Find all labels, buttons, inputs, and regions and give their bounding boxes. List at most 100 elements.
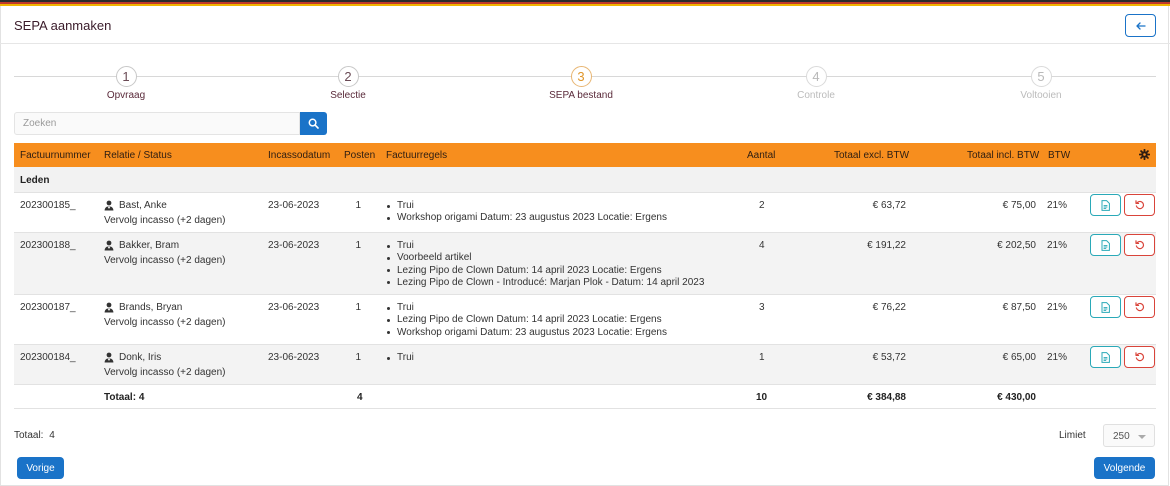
total-count-label: Totaal: — [14, 430, 44, 441]
list-item: Voorbeeld artikel — [386, 252, 704, 264]
page-header: SEPA aanmaken — [0, 6, 1170, 44]
table-row[interactable]: 202300184_ Donk, Iris Vervolg incasso (+… — [14, 345, 1156, 385]
user-icon — [104, 302, 114, 313]
totaal-excl: € 191,22 — [867, 240, 906, 251]
posten: 1 — [355, 352, 361, 363]
aantal: 1 — [759, 352, 765, 363]
user-icon — [104, 240, 114, 251]
relatie-cell: Brands, Bryan Vervolg incasso (+2 dagen) — [104, 302, 225, 328]
factuurnummer: 202300187_ — [20, 302, 76, 313]
column-header-posten[interactable]: Posten — [344, 150, 375, 161]
previous-button[interactable]: Vorige — [17, 457, 64, 479]
step-sepa-bestand[interactable]: 3 SEPA bestand — [521, 66, 641, 101]
page-title: SEPA aanmaken — [14, 18, 112, 33]
list-item: Trui — [386, 302, 667, 314]
column-header-aantal[interactable]: Aantal — [747, 150, 775, 161]
step-selectie[interactable]: 2 Selectie — [288, 66, 408, 101]
step-number: 5 — [1030, 66, 1052, 87]
undo-button[interactable] — [1124, 346, 1155, 368]
undo-button[interactable] — [1124, 194, 1155, 216]
relatie-name[interactable]: Bakker, Bram — [119, 240, 179, 251]
status-text: Vervolg incasso (+2 dagen) — [104, 317, 226, 328]
step-label: Selectie — [330, 90, 366, 101]
step-controle[interactable]: 4 Controle — [756, 66, 876, 101]
document-button[interactable] — [1090, 296, 1121, 318]
limit-value: 250 — [1113, 431, 1130, 442]
settings-button[interactable] — [1138, 148, 1151, 163]
list-item: Lezing Pipo de Clown Datum: 14 april 202… — [386, 265, 704, 277]
column-header-totaal-excl[interactable]: Totaal excl. BTW — [834, 150, 909, 161]
group-header: Leden — [14, 167, 1156, 193]
document-button[interactable] — [1090, 234, 1121, 256]
search-input[interactable] — [14, 112, 300, 135]
column-header-totaal-incl[interactable]: Totaal incl. BTW — [967, 150, 1039, 161]
table-header: Factuurnummer Relatie / Status Incassoda… — [14, 143, 1156, 167]
aantal: 2 — [759, 200, 765, 211]
table-row[interactable]: 202300185_ Bast, Anke Vervolg incasso (+… — [14, 193, 1156, 233]
factuurregels-list: Trui — [386, 352, 414, 364]
totaal-incl: € 65,00 — [1002, 352, 1036, 363]
back-button[interactable] — [1125, 14, 1156, 37]
relatie-cell: Donk, Iris Vervolg incasso (+2 dagen) — [104, 352, 225, 378]
column-header-relatie[interactable]: Relatie / Status — [104, 150, 172, 161]
undo-icon — [1134, 240, 1144, 250]
step-number: 2 — [337, 66, 359, 87]
document-button[interactable] — [1090, 194, 1121, 216]
relatie-name[interactable]: Bast, Anke — [119, 200, 167, 211]
next-button[interactable]: Volgende — [1094, 457, 1155, 479]
status-text: Vervolg incasso (+2 dagen) — [104, 367, 226, 378]
table-row[interactable]: 202300188_ Bakker, Bram Vervolg incasso … — [14, 233, 1156, 295]
footer-totaal-incl: € 430,00 — [997, 392, 1036, 403]
footer-aantal: 10 — [756, 392, 768, 403]
step-label: SEPA bestand — [549, 90, 613, 101]
step-voltooien[interactable]: 5 Voltooien — [981, 66, 1101, 101]
incassodatum: 23-06-2023 — [268, 352, 320, 363]
column-header-btw[interactable]: BTW — [1048, 150, 1070, 161]
limit-select[interactable]: 250 — [1103, 424, 1155, 447]
document-icon — [1101, 351, 1110, 363]
undo-icon — [1134, 200, 1144, 210]
btw: 21% — [1047, 352, 1068, 363]
total-count-value: 4 — [49, 430, 55, 441]
table-footer: Totaal: 4 4 10 € 384,88 € 430,00 — [14, 385, 1156, 409]
status-text: Vervolg incasso (+2 dagen) — [104, 215, 226, 226]
document-button[interactable] — [1090, 346, 1121, 368]
column-header-factuurregels[interactable]: Factuurregels — [386, 150, 447, 161]
search-button[interactable] — [300, 112, 327, 135]
posten: 1 — [355, 302, 361, 313]
arrow-left-icon — [1135, 21, 1146, 30]
wizard-stepper: 1 Opvraag 2 Selectie 3 SEPA bestand 4 Co… — [14, 66, 1156, 106]
incassodatum: 23-06-2023 — [268, 302, 320, 313]
totaal-excl: € 53,72 — [872, 352, 906, 363]
column-header-factuurnummer[interactable]: Factuurnummer — [20, 150, 91, 161]
btw: 21% — [1047, 240, 1068, 251]
footer-posten: 4 — [357, 392, 363, 403]
step-opvraag[interactable]: 1 Opvraag — [66, 66, 186, 101]
gear-icon — [1138, 148, 1151, 161]
relatie-name[interactable]: Brands, Bryan — [119, 302, 182, 313]
document-icon — [1101, 301, 1110, 313]
totaal-incl: € 75,00 — [1002, 200, 1036, 211]
incassodatum: 23-06-2023 — [268, 200, 320, 211]
list-item: Lezing Pipo de Clown Datum: 14 april 202… — [386, 314, 667, 326]
posten: 1 — [355, 200, 361, 211]
posten: 1 — [355, 240, 361, 251]
list-item: Trui — [386, 240, 704, 252]
relatie-cell: Bakker, Bram Vervolg incasso (+2 dagen) — [104, 240, 225, 266]
list-item: Trui — [386, 352, 414, 364]
relatie-name[interactable]: Donk, Iris — [119, 352, 161, 363]
step-number: 3 — [570, 66, 592, 87]
table-row[interactable]: 202300187_ Brands, Bryan Vervolg incasso… — [14, 295, 1156, 345]
relatie-cell: Bast, Anke Vervolg incasso (+2 dagen) — [104, 200, 225, 226]
chevron-down-icon — [1138, 435, 1146, 439]
undo-button[interactable] — [1124, 234, 1155, 256]
aantal: 3 — [759, 302, 765, 313]
factuurregels-list: Trui Voorbeeld artikel Lezing Pipo de Cl… — [386, 240, 704, 289]
undo-button[interactable] — [1124, 296, 1155, 318]
list-item: Trui — [386, 200, 667, 212]
user-icon — [104, 200, 114, 211]
factuurnummer: 202300185_ — [20, 200, 76, 211]
factuurnummer: 202300184_ — [20, 352, 76, 363]
column-header-incassodatum[interactable]: Incassodatum — [268, 150, 330, 161]
step-label: Voltooien — [1020, 90, 1062, 101]
